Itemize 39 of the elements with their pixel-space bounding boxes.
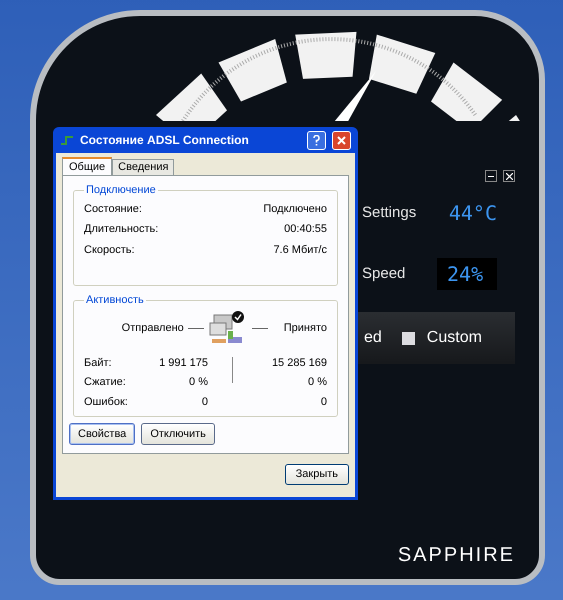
tab[interactable]: Сведения — [112, 159, 174, 175]
close-icon — [337, 136, 346, 144]
dialog-button[interactable]: Отключить — [141, 423, 215, 445]
field-label: Скорость: — [84, 242, 135, 258]
sent-value: 0 % — [189, 375, 208, 390]
settings-label: Settings — [362, 202, 416, 223]
temperature-readout: 44°C — [448, 200, 497, 227]
minimize-icon[interactable] — [485, 170, 497, 182]
dialog-button[interactable]: Свойства — [69, 423, 136, 445]
field-label: Байт: — [84, 356, 112, 370]
field-value: Подключено — [263, 202, 327, 216]
speed-label: Speed — [362, 264, 406, 284]
sent-value: 0 — [202, 394, 208, 410]
received-value: 0 — [320, 394, 327, 410]
field-value: 00:40:55 — [284, 222, 327, 237]
custom-checkbox[interactable] — [402, 332, 415, 344]
field-label: Длительность: — [84, 222, 158, 237]
help-button[interactable] — [307, 130, 326, 150]
received-value: 0 % — [308, 375, 327, 390]
dialog-title: Состояние ADSL Connection — [80, 132, 250, 149]
field-value: 7.6 Мбит/с — [273, 242, 327, 258]
close-dialog-button[interactable]: Закрыть — [284, 464, 349, 485]
mode-label: ed — [364, 328, 382, 348]
close-button[interactable] — [332, 130, 351, 150]
close-icon[interactable] — [503, 170, 515, 182]
custom-label: Custom — [426, 328, 482, 348]
brand-logo: SAPPHIRE — [398, 543, 515, 568]
fan-speed-readout: 24% — [437, 258, 497, 290]
received-value: 15 285 169 — [272, 356, 327, 370]
help-icon — [313, 134, 320, 146]
field-label: Состояние: — [84, 202, 142, 216]
received-label: Принято — [284, 321, 327, 336]
field-label: Ошибок: — [84, 394, 128, 410]
sent-value: 1 991 175 — [159, 356, 208, 370]
group-title: Активность — [85, 293, 145, 308]
tab[interactable]: Общие — [62, 157, 112, 175]
field-label: Сжатие: — [84, 375, 126, 390]
group-title: Подключение — [85, 183, 157, 198]
sent-label: Отправлено — [122, 321, 184, 336]
